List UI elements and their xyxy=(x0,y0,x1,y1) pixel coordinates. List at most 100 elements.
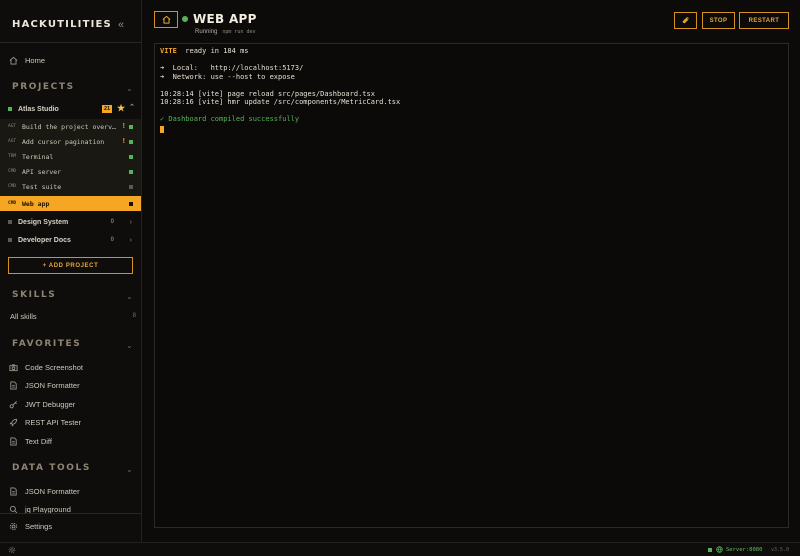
session-status-dot xyxy=(129,169,133,174)
chevron-down-icon[interactable]: ⌄ xyxy=(126,292,133,301)
chevron-up-icon[interactable]: ⌃ xyxy=(129,103,135,111)
session-name: API server xyxy=(22,167,62,176)
chevron-right-icon[interactable]: › xyxy=(130,237,132,244)
home-icon xyxy=(8,55,18,65)
status-bar: Server:8080 v3.5.0 xyxy=(0,542,800,556)
project-name: Atlas Studio xyxy=(18,105,59,113)
divider xyxy=(0,42,141,43)
data-tool-json-formatter[interactable]: JSON Formatter xyxy=(8,483,134,499)
add-project-button[interactable]: + ADD PROJECT xyxy=(8,257,133,274)
project-status-dot xyxy=(8,238,12,242)
terminal-line: ➜ Network: use --host to expose xyxy=(160,72,295,81)
project-count: 0 xyxy=(110,237,114,243)
vite-tag: VITE xyxy=(160,47,177,55)
home-icon xyxy=(162,15,170,24)
server-status[interactable]: Server:8080 xyxy=(708,546,762,553)
session-kind: TRM xyxy=(8,154,17,159)
key-icon xyxy=(8,399,18,409)
session-status-dot xyxy=(129,154,133,159)
rocket-icon xyxy=(8,417,18,427)
favorite-text-diff[interactable]: Text Diff xyxy=(8,433,134,449)
paperclip-icon xyxy=(682,17,689,24)
data-tool-label: JSON Formatter xyxy=(25,486,80,496)
file-icon xyxy=(8,436,18,446)
process-command: npm run dev xyxy=(222,29,256,35)
terminal-line: 10:28:16 [vite] hmr update /src/componen… xyxy=(160,98,401,106)
page-title: WEB APP xyxy=(193,12,257,26)
gear-icon[interactable] xyxy=(8,546,16,554)
favorite-label: Text Diff xyxy=(25,436,52,446)
favorites-heading: FAVORITES xyxy=(12,339,82,349)
stop-button[interactable]: STOP xyxy=(702,12,735,29)
session-status-dot xyxy=(129,139,133,144)
session-kind: CMD xyxy=(8,201,17,206)
globe-icon xyxy=(716,546,723,553)
collapse-sidebar-icon[interactable]: « xyxy=(118,19,124,31)
gear-icon xyxy=(8,521,18,531)
file-icon xyxy=(8,486,18,496)
divider xyxy=(0,513,141,514)
all-skills-item[interactable]: All skills 8 xyxy=(10,308,136,324)
sidebar: HACKUTILITIES « Home PROJECTS ⌄ Atlas St… xyxy=(0,0,142,542)
session-item[interactable]: TRM Terminal xyxy=(0,149,141,164)
app-version: v3.5.0 xyxy=(771,547,790,553)
session-name: Test suite xyxy=(22,182,62,191)
terminal-output[interactable]: VITE ready in 184 ms ➜ Local: http://loc… xyxy=(154,43,789,528)
terminal-line: 10:28:14 [vite] page reload src/pages/Da… xyxy=(160,89,375,98)
nav-settings-label: Settings xyxy=(25,521,53,531)
favorite-label: REST API Tester xyxy=(25,417,81,427)
home-button[interactable] xyxy=(154,11,178,28)
project-atlas-studio[interactable]: Atlas Studio 21 ★ ⌃ xyxy=(8,102,136,116)
process-status: Running xyxy=(195,29,218,35)
all-skills-label: All skills xyxy=(10,311,37,321)
attach-button[interactable] xyxy=(674,12,697,29)
nav-home[interactable]: Home xyxy=(8,52,134,68)
chevron-down-icon[interactable]: ⌄ xyxy=(126,465,133,474)
project-name: Design System xyxy=(18,218,69,226)
attention-marker: ! xyxy=(122,138,125,145)
session-item[interactable]: CMD Test suite xyxy=(0,179,141,194)
session-kind: CMD xyxy=(8,184,17,189)
favorite-label: JWT Debugger xyxy=(25,399,76,409)
session-item[interactable]: CMD API server xyxy=(0,164,141,179)
favorite-jwt-debugger[interactable]: JWT Debugger xyxy=(8,396,134,412)
attention-marker: ! xyxy=(122,123,125,130)
session-name: Web app xyxy=(22,199,50,208)
server-label: Server:8080 xyxy=(726,546,763,553)
session-list: AGT Build the project overv… ! AGT Add c… xyxy=(0,119,141,197)
chevron-down-icon[interactable]: ⌄ xyxy=(126,341,133,350)
terminal-cursor xyxy=(160,125,164,133)
session-kind: AGT xyxy=(8,124,17,129)
star-icon[interactable]: ★ xyxy=(117,103,125,114)
session-name: Build the project overv… xyxy=(22,122,116,131)
project-design-system[interactable]: Design System 0 › xyxy=(8,215,136,229)
terminal-line: VITE ready in 184 ms xyxy=(160,47,783,56)
favorite-json-formatter[interactable]: JSON Formatter xyxy=(8,377,134,393)
project-status-dot xyxy=(8,220,12,224)
nav-home-label: Home xyxy=(25,55,46,65)
notification-badge: 21 xyxy=(102,105,113,113)
session-item-active[interactable]: CMD Web app xyxy=(0,196,141,211)
session-status-dot xyxy=(129,124,133,129)
restart-button[interactable]: RESTART xyxy=(739,12,789,29)
file-icon xyxy=(8,380,18,390)
skills-count: 8 xyxy=(132,313,136,319)
session-status-dot xyxy=(129,201,133,206)
running-status-dot xyxy=(182,16,188,22)
session-item[interactable]: AGT Build the project overv… ! xyxy=(0,119,141,134)
chevron-right-icon[interactable]: › xyxy=(130,219,132,226)
data-tool-jq-playground[interactable]: jq Playground xyxy=(8,501,134,517)
chevron-down-icon[interactable]: ⌄ xyxy=(126,84,133,93)
session-item[interactable]: AGT Add cursor pagination ! xyxy=(0,134,141,149)
favorite-rest-api-tester[interactable]: REST API Tester xyxy=(8,414,134,430)
session-status-dot xyxy=(129,184,133,189)
favorite-label: JSON Formatter xyxy=(25,380,80,390)
project-developer-docs[interactable]: Developer Docs 0 › xyxy=(8,233,136,247)
main-panel: WEB APP Running npm run dev STOP RESTART … xyxy=(142,0,800,542)
session-kind: AGT xyxy=(8,139,17,144)
favorite-code-screenshot[interactable]: Code Screenshot xyxy=(8,359,134,375)
nav-settings[interactable]: Settings xyxy=(8,518,134,534)
project-status-dot xyxy=(8,107,12,111)
